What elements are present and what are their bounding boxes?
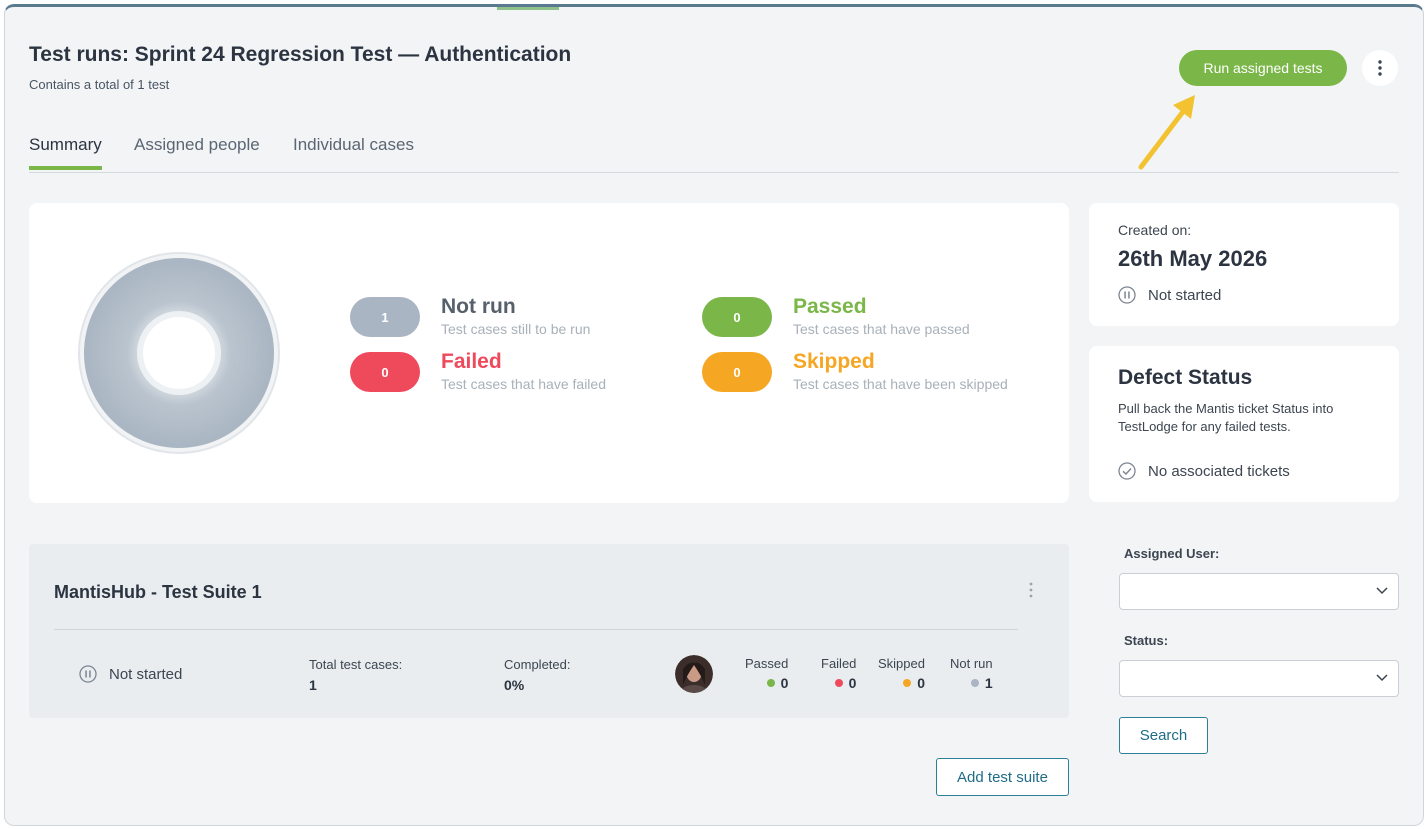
skipped-description: Test cases that have been skipped xyxy=(793,376,1008,392)
chevron-down-icon xyxy=(1376,587,1388,595)
tickets-status-text: No associated tickets xyxy=(1148,462,1290,480)
run-assigned-tests-button[interactable]: Run assigned tests xyxy=(1179,50,1347,86)
status-label: Status: xyxy=(1124,633,1169,648)
assigned-user-select[interactable] xyxy=(1119,573,1399,610)
suite-divider xyxy=(54,629,1018,630)
suite-status: Not started xyxy=(79,665,182,683)
suite-passed-label: Passed xyxy=(745,656,789,671)
suite-failed-label: Failed xyxy=(821,656,857,671)
skipped-count-badge: 0 xyxy=(702,352,772,392)
check-circle-icon xyxy=(1118,462,1136,480)
not-run-count-badge: 1 xyxy=(350,297,420,337)
passed-title: Passed xyxy=(793,295,867,318)
defect-status-title: Defect Status xyxy=(1118,366,1253,389)
suite-more-options[interactable] xyxy=(1029,582,1033,603)
defect-status-card: Defect Status Pull back the Mantis ticke… xyxy=(1089,346,1399,502)
stat-skipped: 0 Skipped Test cases that have been skip… xyxy=(702,350,1022,394)
pause-circle-icon xyxy=(1118,286,1136,304)
search-button[interactable]: Search xyxy=(1119,717,1208,754)
top-accent-bar xyxy=(497,7,559,10)
suite-skipped-count: Skipped 0 xyxy=(878,656,925,691)
failed-count-badge: 0 xyxy=(350,352,420,392)
completed-label: Completed: xyxy=(504,657,571,672)
skipped-dot-icon xyxy=(903,679,912,687)
stat-not-run: 1 Not run Test cases still to be run xyxy=(350,295,670,339)
passed-dot-icon xyxy=(766,679,775,687)
completed-value: 0% xyxy=(504,677,525,693)
test-suite-card: MantisHub - Test Suite 1 Not started Tot… xyxy=(29,544,1069,718)
run-status-text: Not started xyxy=(1148,286,1222,304)
app-window: Test runs: Sprint 24 Regression Test — A… xyxy=(4,4,1424,826)
failed-description: Test cases that have failed xyxy=(441,376,606,392)
user-avatar-icon xyxy=(675,655,713,693)
stat-passed: 0 Passed Test cases that have passed xyxy=(702,295,1022,339)
suite-status-text: Not started xyxy=(109,665,183,683)
failed-dot-icon xyxy=(834,679,843,687)
defect-status-description: Pull back the Mantis ticket Status into … xyxy=(1118,401,1334,434)
notrun-dot-icon xyxy=(970,679,979,687)
total-cases-label: Total test cases: xyxy=(309,657,403,672)
tab-assigned-people[interactable]: Assigned people xyxy=(134,135,260,169)
tab-individual-cases[interactable]: Individual cases xyxy=(293,135,414,169)
run-status: Not started xyxy=(1118,286,1221,304)
page-title: Test runs: Sprint 24 Regression Test — A… xyxy=(29,43,572,66)
tab-bar: Summary Assigned people Individual cases xyxy=(29,131,1399,173)
total-cases-value: 1 xyxy=(309,677,317,693)
suite-passed-value: 0 xyxy=(780,675,789,691)
suite-notrun-label: Not run xyxy=(950,656,993,671)
passed-description: Test cases that have passed xyxy=(793,321,970,337)
pause-circle-icon xyxy=(79,665,97,683)
assigned-user-label: Assigned User: xyxy=(1124,546,1220,561)
created-label: Created on: xyxy=(1118,222,1192,238)
suite-title[interactable]: MantisHub - Test Suite 1 xyxy=(54,582,262,603)
tab-summary[interactable]: Summary xyxy=(29,135,102,170)
vertical-dots-icon xyxy=(1029,582,1033,598)
passed-count-badge: 0 xyxy=(702,297,772,337)
vertical-dots-icon xyxy=(1378,60,1382,76)
not-run-description: Test cases still to be run xyxy=(441,321,591,337)
chevron-down-icon xyxy=(1376,674,1388,682)
skipped-title: Skipped xyxy=(793,350,875,373)
suite-failed-count: Failed 0 xyxy=(821,656,856,691)
created-card: Created on: 26th May 2026 Not started xyxy=(1089,203,1399,326)
stat-failed: 0 Failed Test cases that have failed xyxy=(350,350,670,394)
add-test-suite-button[interactable]: Add test suite xyxy=(936,758,1069,796)
suite-passed-count: Passed 0 xyxy=(745,656,788,691)
page-subtitle: Contains a total of 1 test xyxy=(29,77,170,92)
status-donut-chart xyxy=(78,252,280,454)
created-date: 26th May 2026 xyxy=(1118,246,1268,271)
suite-notrun-count: Not run 1 xyxy=(950,656,993,691)
more-options-button[interactable] xyxy=(1362,50,1398,86)
suite-failed-value: 0 xyxy=(848,675,857,691)
failed-title: Failed xyxy=(441,350,502,373)
tickets-status: No associated tickets xyxy=(1118,462,1290,480)
avatar[interactable] xyxy=(675,655,713,693)
summary-card: 1 Not run Test cases still to be run 0 F… xyxy=(29,203,1069,503)
suite-skipped-label: Skipped xyxy=(878,656,925,671)
suite-skipped-value: 0 xyxy=(917,675,925,691)
suite-notrun-value: 1 xyxy=(984,675,993,691)
status-select[interactable] xyxy=(1119,660,1399,697)
not-run-title: Not run xyxy=(441,295,516,318)
